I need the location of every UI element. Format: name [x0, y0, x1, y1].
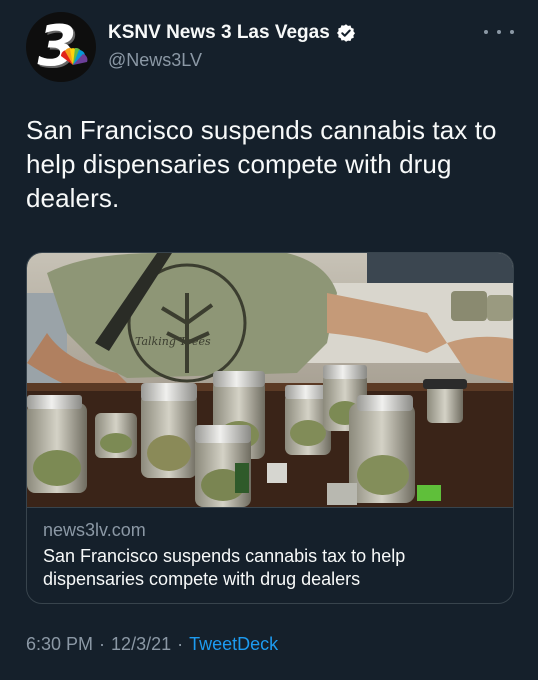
card-image[interactable]: Talking Trees: [27, 253, 513, 507]
author-name-row[interactable]: KSNV News 3 Las Vegas: [108, 22, 356, 44]
tweet-time[interactable]: 6:30 PM: [26, 634, 93, 655]
avatar[interactable]: 3: [26, 12, 96, 82]
tweet-footer: 6:30 PM · 12/3/21 · TweetDeck: [26, 634, 278, 655]
footer-separator: ·: [99, 634, 106, 654]
shirt-print-text: Talking Trees: [135, 335, 211, 348]
tweet-source-link[interactable]: TweetDeck: [189, 634, 278, 655]
author-handle[interactable]: @News3LV: [108, 50, 202, 71]
avatar-logo-numeral: 3: [37, 14, 77, 79]
card-title: San Francisco suspends cannabis tax to h…: [43, 546, 406, 589]
more-dot-icon: [497, 30, 501, 34]
card-domain: news3lv.com: [43, 520, 146, 540]
more-dot-icon: [484, 30, 488, 34]
verified-badge-icon: [336, 24, 355, 42]
more-options-button[interactable]: [484, 22, 514, 42]
author-display-name[interactable]: KSNV News 3 Las Vegas: [108, 22, 330, 44]
card-meta: news3lv.com San Francisco suspends canna…: [27, 507, 513, 603]
tweet-text: San Francisco suspends cannabis tax to h…: [26, 115, 497, 213]
tweet: 3 KSNV News 3 Las Vegas @News3LV San Fra…: [0, 0, 538, 680]
footer-separator: ·: [177, 634, 184, 654]
tweet-date[interactable]: 12/3/21: [111, 634, 171, 655]
more-dot-icon: [510, 30, 514, 34]
link-card[interactable]: Talking Trees news3lv.com San Francisco …: [26, 252, 514, 604]
peacock-logo-icon: [61, 48, 88, 65]
